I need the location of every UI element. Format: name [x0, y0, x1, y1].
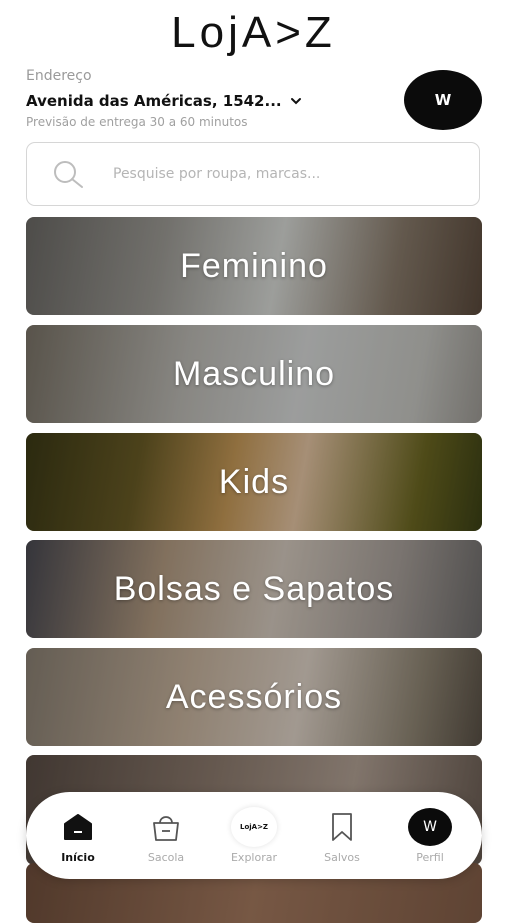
nav-label: Sacola	[147, 851, 185, 864]
chevron-down-icon[interactable]	[288, 93, 304, 109]
profile-avatar[interactable]: W	[404, 70, 482, 130]
bag-icon	[153, 816, 179, 841]
bottom-nav: Início Sacola LojA>Z Explorar Salvos W P	[26, 792, 482, 879]
nav-item-sacola[interactable]: Sacola	[126, 807, 206, 864]
bookmark-icon	[332, 813, 352, 841]
category-tile-acessorios[interactable]: Acessórios	[26, 648, 482, 746]
home-icon	[64, 814, 92, 840]
category-tile-bolsas-sapatos[interactable]: Bolsas e Sapatos	[26, 540, 482, 638]
category-label: Acessórios	[165, 677, 343, 716]
category-label: Masculino	[172, 354, 336, 393]
address-selector[interactable]: Avenida das Américas, 1542...	[26, 92, 304, 110]
search-bar[interactable]	[26, 142, 480, 206]
category-label: Kids	[218, 462, 290, 501]
profile-avatar: W	[408, 808, 452, 846]
category-tile-masculino[interactable]: Masculino	[26, 325, 482, 423]
category-tile-kids[interactable]: Kids	[26, 433, 482, 531]
nav-item-explorar[interactable]: LojA>Z Explorar	[214, 807, 294, 864]
category-label: Feminino	[180, 246, 328, 285]
nav-label: Explorar	[230, 851, 277, 864]
nav-label: Salvos	[324, 851, 360, 864]
search-input[interactable]	[111, 165, 435, 183]
delivery-estimate: Previsão de entrega 30 a 60 minutos	[26, 115, 248, 129]
address-label: Endereço	[26, 68, 92, 84]
address-value[interactable]: Avenida das Américas, 1542...	[26, 92, 282, 110]
category-label: Bolsas e Sapatos	[113, 569, 395, 608]
nav-label: Perfil	[416, 851, 444, 864]
category-tile-feminino[interactable]: Feminino	[26, 217, 482, 315]
app-logo: LojA>Z	[171, 8, 336, 57]
explore-logo-icon: LojA>Z	[231, 807, 277, 847]
nav-item-perfil[interactable]: W Perfil	[390, 807, 470, 864]
nav-item-inicio[interactable]: Início	[38, 807, 118, 864]
nav-label: Início	[61, 851, 95, 864]
nav-item-salvos[interactable]: Salvos	[302, 807, 382, 864]
search-icon	[54, 161, 83, 188]
